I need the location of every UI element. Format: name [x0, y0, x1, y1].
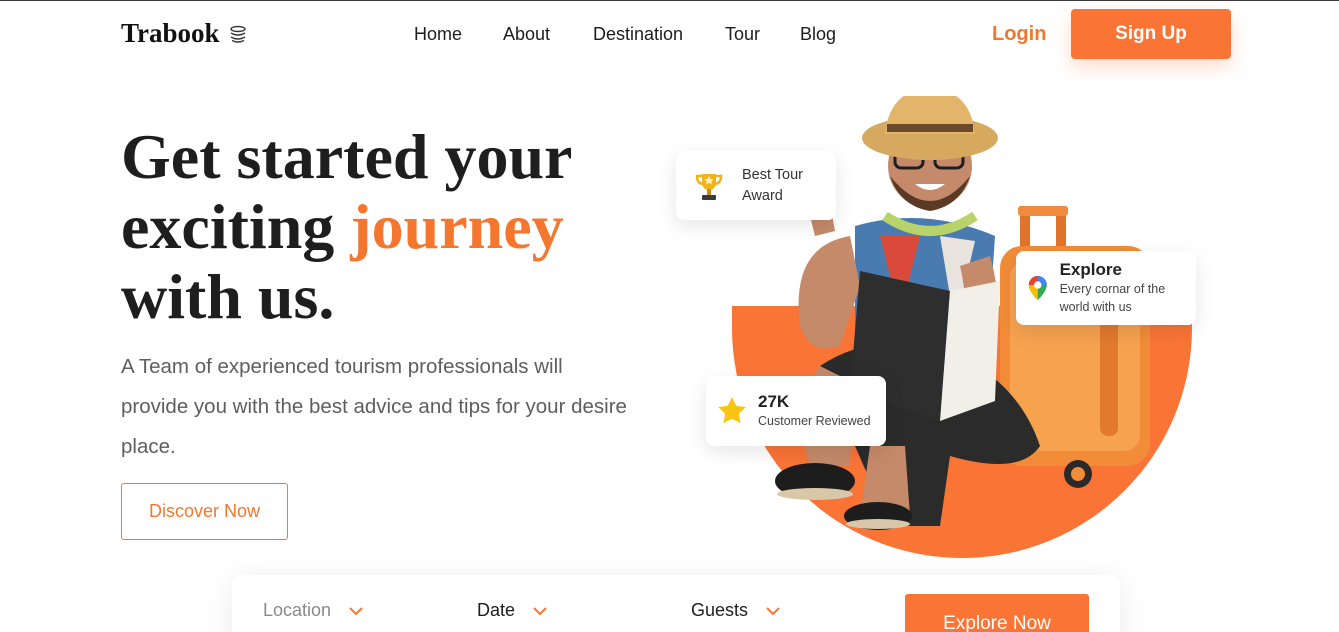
chevron-down-icon [766, 606, 780, 615]
reviews-label: Customer Reviewed [758, 414, 871, 428]
date-label: Date [477, 600, 516, 620]
nav-about[interactable]: About [503, 24, 550, 45]
location-label: Location [263, 600, 332, 620]
nav-blog[interactable]: Blog [800, 24, 836, 45]
hero-title-line3: with us. [121, 261, 335, 332]
explore-card: Explore Every cornar of the world with u… [1016, 251, 1196, 325]
award-line1: Best Tour [742, 166, 803, 183]
award-line2: Award [742, 187, 783, 204]
chevron-down-icon [533, 606, 547, 615]
top-border [0, 0, 1339, 1]
signup-button[interactable]: Sign Up [1071, 9, 1231, 59]
best-tour-award-card: Best Tour Award [676, 151, 836, 220]
nav-destination[interactable]: Destination [593, 24, 683, 45]
nav-home[interactable]: Home [414, 24, 462, 45]
hero-title-line2-prefix: exciting [121, 191, 351, 262]
hero-title-line1: Get started your [121, 121, 573, 192]
guests-label: Guests [691, 600, 749, 620]
search-bar: Location Date Guests Explore Now [232, 575, 1120, 632]
star-icon [718, 397, 746, 424]
login-link[interactable]: Login [992, 23, 1046, 46]
explore-title: Explore [1059, 260, 1122, 279]
chevron-down-icon [349, 606, 363, 615]
date-dropdown[interactable]: Date [477, 600, 547, 621]
hero-title-accent: journey [350, 191, 564, 262]
location-dropdown[interactable]: Location [263, 600, 363, 621]
guests-dropdown[interactable]: Guests [691, 600, 780, 621]
discover-now-button[interactable]: Discover Now [121, 483, 288, 540]
hero-description: A Team of experienced tourism profession… [121, 355, 627, 458]
explore-subtitle: Every cornar of the world with us [1059, 282, 1166, 314]
reviews-count: 27K [758, 392, 790, 411]
explore-now-button[interactable]: Explore Now [905, 594, 1089, 632]
customer-reviews-card: 27K Customer Reviewed [706, 376, 886, 446]
map-pin-icon [1028, 275, 1047, 301]
trophy-icon [695, 173, 723, 200]
nav-tour[interactable]: Tour [725, 24, 760, 45]
hero-title: Get started your exciting journey with u… [121, 122, 641, 332]
